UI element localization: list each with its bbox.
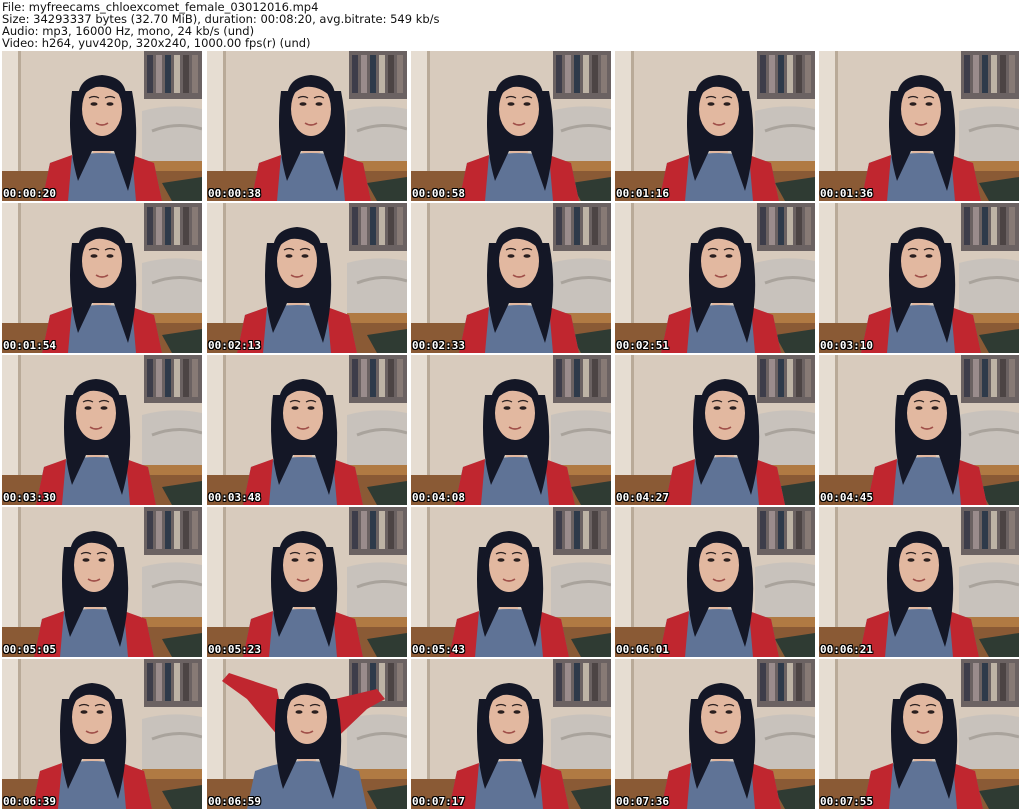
thumbnail-frame: 00:01:54 (2, 203, 202, 353)
thumbnail-frame: 00:05:43 (411, 507, 611, 657)
thumbnail-frame: 00:02:13 (207, 203, 407, 353)
frame-timestamp: 00:00:20 (3, 187, 56, 200)
thumbnail-frame: 00:03:30 (2, 355, 202, 505)
frame-timestamp: 00:06:39 (3, 795, 56, 808)
frame-timestamp: 00:04:27 (616, 491, 669, 504)
thumbnail-frame: 00:07:55 (819, 659, 1019, 809)
thumbnail-frame: 00:03:48 (207, 355, 407, 505)
thumbnail-frame: 00:06:01 (615, 507, 815, 657)
frame-timestamp: 00:05:05 (3, 643, 56, 656)
thumbnail-frame: 00:02:51 (615, 203, 815, 353)
thumbnail-frame: 00:01:16 (615, 51, 815, 201)
frame-timestamp: 00:04:45 (820, 491, 873, 504)
thumbnail-frame: 00:00:20 (2, 51, 202, 201)
frame-timestamp: 00:05:43 (412, 643, 465, 656)
frame-timestamp: 00:07:17 (412, 795, 465, 808)
frame-timestamp: 00:07:55 (820, 795, 873, 808)
thumbnail-grid: 00:00:20 00:00:38 00:00:58 00:01:16 00:01:36… (0, 51, 1024, 811)
file-info-header: File: myfreecams_chloexcomet_female_0301… (2, 1, 1022, 49)
frame-timestamp: 00:01:36 (820, 187, 873, 200)
frame-timestamp: 00:01:54 (3, 339, 56, 352)
frame-timestamp: 00:06:59 (208, 795, 261, 808)
thumbnail-frame: 00:03:10 (819, 203, 1019, 353)
thumbnail-frame: 00:04:27 (615, 355, 815, 505)
thumbnail-frame: 00:00:58 (411, 51, 611, 201)
thumbnail-frame: 00:06:21 (819, 507, 1019, 657)
video-info-line: Video: h264, yuv420p, 320x240, 1000.00 f… (2, 36, 311, 50)
frame-timestamp: 00:07:36 (616, 795, 669, 808)
frame-timestamp: 00:03:10 (820, 339, 873, 352)
frame-timestamp: 00:00:58 (412, 187, 465, 200)
thumbnail-frame: 00:01:36 (819, 51, 1019, 201)
thumbnail-frame: 00:07:36 (615, 659, 815, 809)
frame-timestamp: 00:02:13 (208, 339, 261, 352)
frame-timestamp: 00:00:38 (208, 187, 261, 200)
frame-timestamp: 00:02:51 (616, 339, 669, 352)
frame-timestamp: 00:05:23 (208, 643, 261, 656)
thumbnail-frame: 00:02:33 (411, 203, 611, 353)
frame-timestamp: 00:04:08 (412, 491, 465, 504)
thumbnail-frame: 00:05:23 (207, 507, 407, 657)
thumbnail-frame: 00:00:38 (207, 51, 407, 201)
thumbnail-frame: 00:06:59 (207, 659, 407, 809)
thumbnail-frame: 00:05:05 (2, 507, 202, 657)
frame-timestamp: 00:03:48 (208, 491, 261, 504)
frame-timestamp: 00:06:01 (616, 643, 669, 656)
thumbnail-frame: 00:06:39 (2, 659, 202, 809)
frame-timestamp: 00:03:30 (3, 491, 56, 504)
frame-timestamp: 00:02:33 (412, 339, 465, 352)
thumbnail-frame: 00:04:08 (411, 355, 611, 505)
thumbnail-frame: 00:07:17 (411, 659, 611, 809)
frame-timestamp: 00:01:16 (616, 187, 669, 200)
thumbnail-frame: 00:04:45 (819, 355, 1019, 505)
frame-timestamp: 00:06:21 (820, 643, 873, 656)
